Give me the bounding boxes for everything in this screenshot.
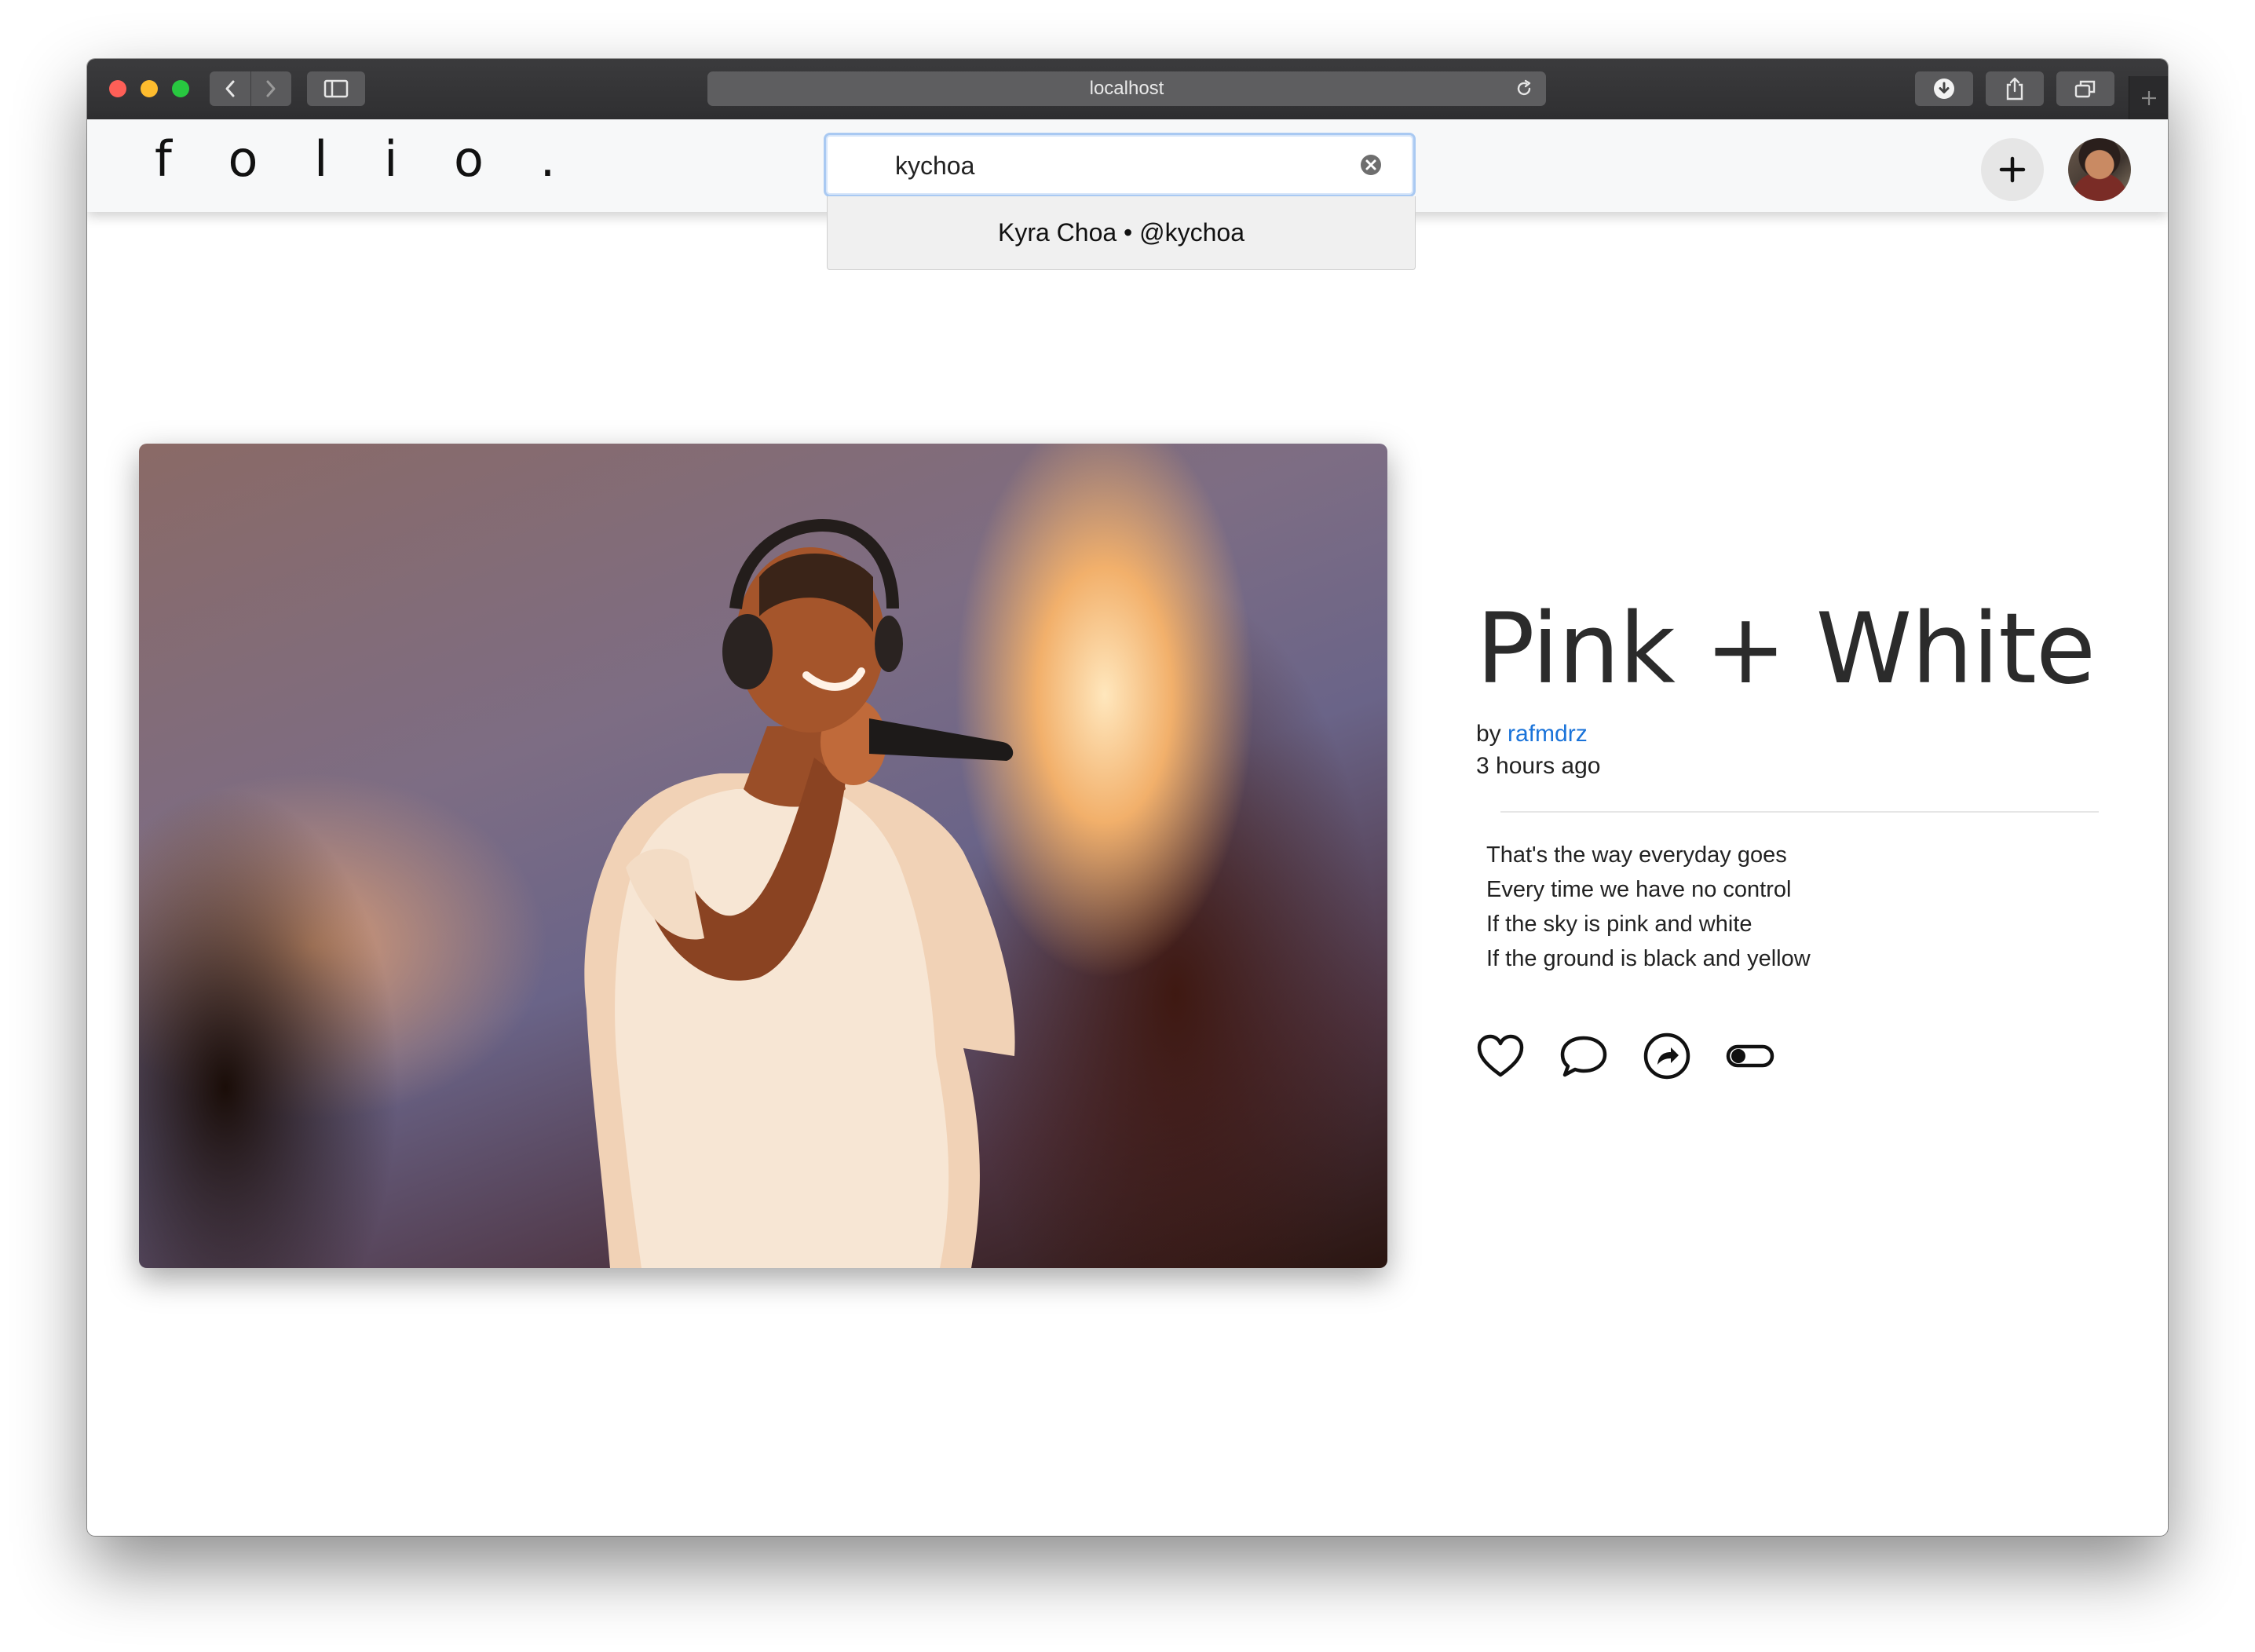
post-byline: by rafmdrz	[1476, 721, 1588, 747]
show-tabs-button[interactable]	[2056, 71, 2114, 106]
plus-icon	[1999, 156, 2026, 183]
sidebar-icon	[323, 79, 349, 98]
comment-button[interactable]	[1559, 1031, 1609, 1081]
description-line: If the ground is black and yellow	[1486, 946, 1811, 971]
description-line: Every time we have no control	[1486, 877, 1792, 902]
forward-button[interactable]	[250, 71, 292, 106]
search-box	[824, 133, 1416, 197]
downloads-button[interactable]	[1915, 71, 1973, 106]
new-tab-button[interactable]	[2129, 76, 2168, 120]
search-suggestion[interactable]: Kyra Choa • @kychoa	[827, 196, 1416, 270]
plus-icon	[2142, 91, 2156, 105]
search-input[interactable]	[894, 135, 1336, 196]
post-description: That's the way everyday goes Every time …	[1486, 838, 1811, 976]
folio-logo[interactable]: f o l i o .	[155, 130, 576, 188]
by-label: by	[1476, 721, 1501, 747]
tabs-icon	[2074, 80, 2096, 98]
performer-illustration	[584, 519, 1015, 1268]
chevron-right-icon	[266, 80, 276, 97]
minimize-window-button[interactable]	[141, 80, 158, 97]
download-icon	[1934, 79, 1954, 99]
browser-toolbar: localhost	[87, 59, 2168, 120]
divider	[1500, 811, 2099, 813]
post-title: Pink + White	[1476, 593, 2096, 706]
user-avatar[interactable]	[2068, 138, 2131, 201]
close-window-button[interactable]	[109, 80, 126, 97]
address-bar-url: localhost	[1089, 78, 1164, 99]
chevron-left-icon	[225, 80, 235, 97]
post-timestamp: 3 hours ago	[1476, 753, 1601, 779]
clear-search-button[interactable]	[1360, 154, 1382, 176]
heart-icon	[1477, 1034, 1524, 1077]
sidebar-toggle-button[interactable]	[307, 71, 365, 106]
suggestion-label: Kyra Choa • @kychoa	[997, 218, 1245, 247]
toggle-icon	[1726, 1044, 1774, 1068]
share-box-icon	[2006, 77, 2023, 101]
share-icon	[1643, 1032, 1690, 1080]
comment-icon	[1560, 1036, 1607, 1077]
description-line: If the sky is pink and white	[1486, 912, 1752, 937]
like-button[interactable]	[1475, 1031, 1526, 1081]
add-post-button[interactable]	[1981, 138, 2044, 201]
navigation-buttons	[210, 71, 291, 106]
share-button[interactable]	[1986, 71, 2044, 106]
back-button[interactable]	[210, 71, 250, 106]
reload-icon[interactable]	[1515, 79, 1533, 98]
address-bar[interactable]: localhost	[707, 71, 1546, 106]
browser-window: localhost f o l i o . Kyra Choa • @kycho	[87, 59, 2168, 1536]
author-link[interactable]: rafmdrz	[1508, 721, 1588, 747]
maximize-window-button[interactable]	[172, 80, 189, 97]
description-line: That's the way everyday goes	[1486, 842, 1787, 868]
toggle-button[interactable]	[1725, 1031, 1775, 1081]
post-photo	[139, 444, 1387, 1268]
share-post-button[interactable]	[1642, 1031, 1692, 1081]
clear-icon	[1361, 155, 1381, 175]
